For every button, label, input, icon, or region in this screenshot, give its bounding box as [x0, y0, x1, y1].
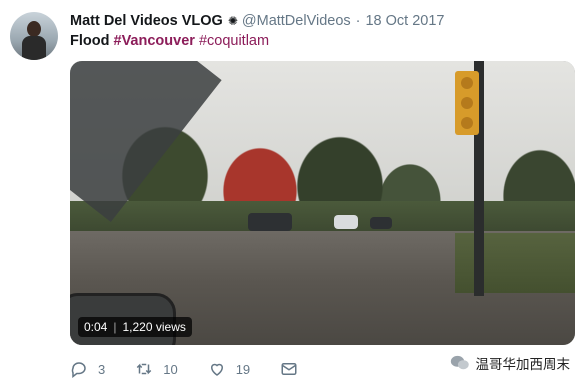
reply-count: 3 — [98, 361, 106, 377]
tweet-text: Flood #Vancouver #coquitlam — [70, 33, 269, 49]
video-grass — [455, 233, 575, 293]
video-car — [370, 217, 392, 229]
watermark: 温哥华加西周末 — [450, 352, 571, 374]
video-player[interactable]: 0:04 | 1,220 views — [70, 61, 575, 345]
avatar-body — [22, 36, 46, 60]
wechat-icon — [450, 355, 469, 370]
watermark-text: 温哥华加西周末 — [475, 357, 571, 372]
reply-button[interactable]: 3 — [70, 360, 105, 378]
video-views: 1,220 views — [122, 320, 186, 334]
reply-icon — [71, 362, 86, 378]
tweet-actions: 3 10 19 — [70, 358, 338, 380]
author-avatar[interactable] — [10, 12, 58, 60]
direct-message-button[interactable] — [280, 360, 308, 378]
separator-dot: · — [355, 13, 361, 29]
video-car — [248, 213, 292, 231]
video-badge: 0:04 | 1,220 views — [78, 317, 192, 337]
sparkle-icon: ✺ — [227, 14, 238, 28]
tweet-header: Matt Del Videos VLOG ✺ @MattDelVideos · … — [70, 11, 444, 31]
video-car — [334, 215, 358, 229]
heart-icon — [210, 363, 223, 376]
video-duration: 0:04 — [84, 320, 108, 334]
retweet-button[interactable]: 10 — [135, 360, 178, 378]
video-traffic-signal — [455, 71, 479, 135]
hashtag-vancouver[interactable]: #Vancouver — [114, 33, 195, 49]
video-badge-separator: | — [113, 320, 117, 334]
like-count: 19 — [235, 361, 251, 377]
tweet-date[interactable]: 18 Oct 2017 — [365, 13, 444, 29]
retweet-icon — [136, 363, 152, 375]
like-button[interactable]: 19 — [208, 360, 250, 378]
avatar-head — [27, 21, 41, 37]
hashtag-coquitlam[interactable]: #coquitlam — [199, 33, 269, 49]
tweet-text-lead: Flood — [70, 33, 110, 49]
author-handle[interactable]: @MattDelVideos — [242, 13, 351, 29]
envelope-icon — [281, 363, 297, 375]
author-name[interactable]: Matt Del Videos VLOG — [70, 13, 223, 29]
retweet-count: 10 — [163, 361, 178, 377]
